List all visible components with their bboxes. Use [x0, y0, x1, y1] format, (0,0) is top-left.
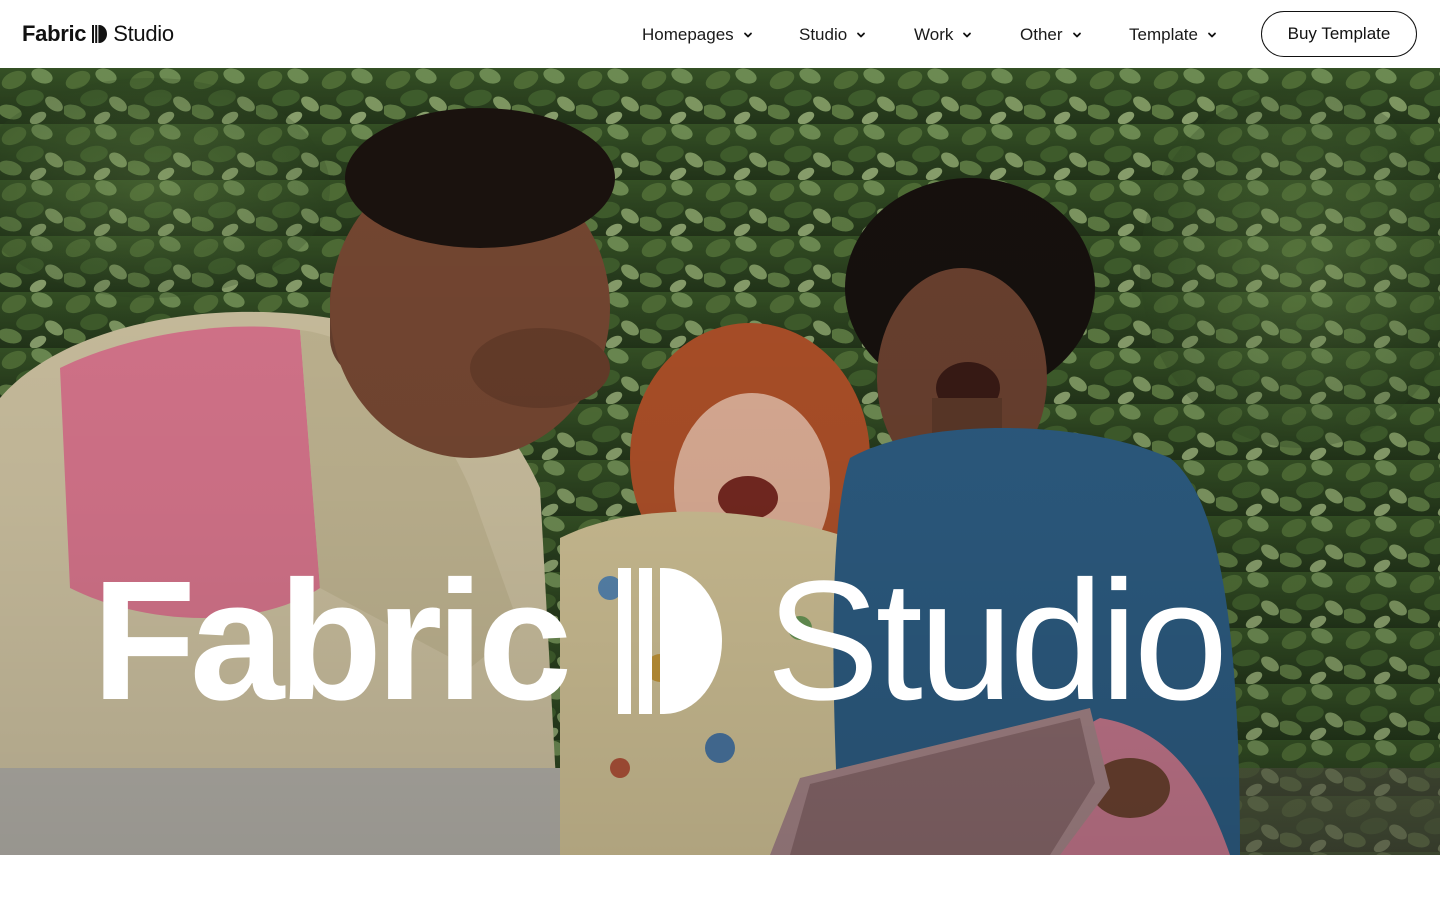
main-nav: Homepages Studio Work Other Template	[0, 0, 1440, 68]
nav-item-work[interactable]: Work	[914, 22, 972, 48]
nav-item-studio[interactable]: Studio	[799, 22, 866, 48]
chevron-down-icon	[857, 32, 866, 38]
buy-template-button[interactable]: Buy Template	[1261, 11, 1417, 57]
chevron-down-icon	[1072, 32, 1081, 38]
hero-word-studio: Studio	[766, 546, 1228, 736]
nav-item-label: Other	[1020, 25, 1063, 44]
hero-title: Fabric Studio	[92, 546, 1228, 736]
hero-word-fabric: Fabric	[92, 546, 572, 736]
nav-item-label: Template	[1129, 25, 1198, 44]
nav-item-homepages[interactable]: Homepages	[642, 22, 753, 48]
hero-overlay	[0, 68, 1440, 855]
nav-item-label: Homepages	[642, 25, 734, 44]
site-header: Fabric Studio Homepages Studio Work Othe…	[0, 0, 1440, 68]
page-content-start	[0, 855, 1440, 900]
nav-item-template[interactable]: Template	[1129, 22, 1217, 48]
nav-item-other[interactable]: Other	[1020, 22, 1082, 48]
chevron-down-icon	[963, 32, 972, 38]
chevron-down-icon	[743, 32, 752, 38]
hero-section: Fabric Studio	[0, 68, 1440, 855]
fabric-d-logo-icon	[618, 568, 723, 714]
chevron-down-icon	[1208, 32, 1216, 38]
nav-item-label: Studio	[799, 25, 848, 44]
nav-item-label: Work	[914, 25, 954, 44]
